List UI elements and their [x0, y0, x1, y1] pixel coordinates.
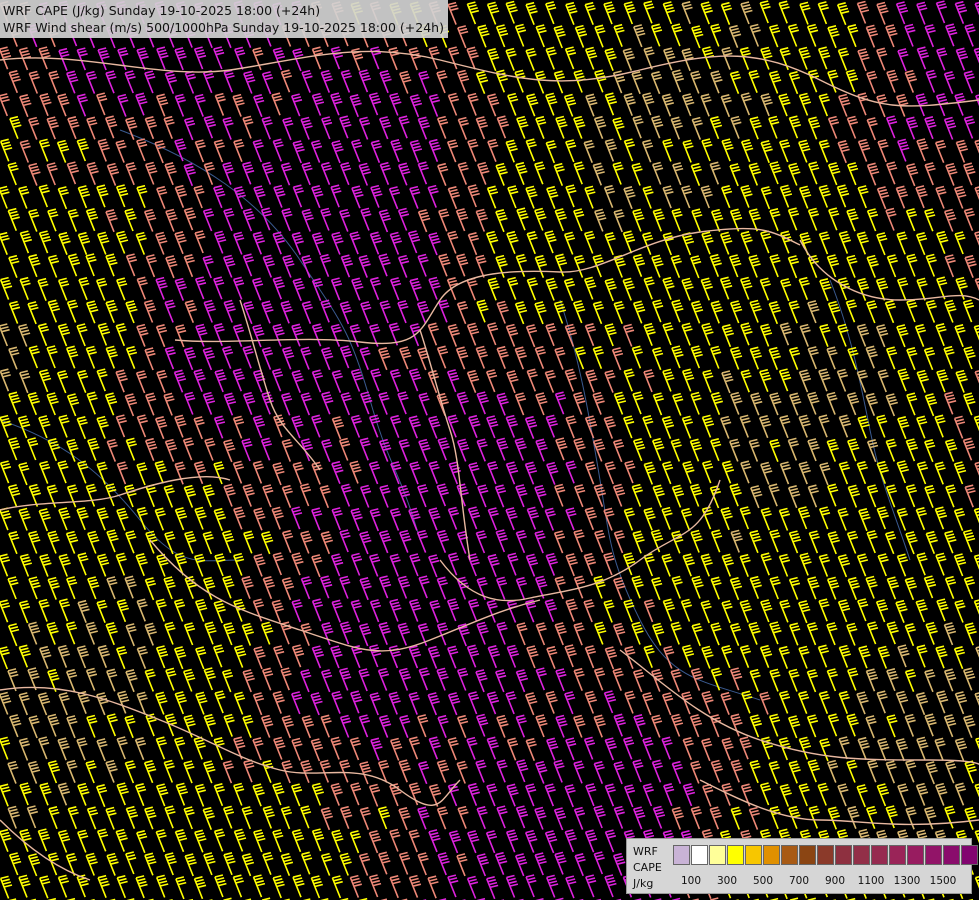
- legend-swatch: [763, 845, 780, 865]
- legend-tick-label: 300: [716, 875, 738, 887]
- legend-swatch: [781, 845, 798, 865]
- legend-swatch: [673, 845, 690, 865]
- legend-swatch: [907, 845, 924, 865]
- legend-swatch: [727, 845, 744, 865]
- legend-model-label: WRF: [633, 845, 658, 858]
- legend-swatch: [961, 845, 978, 865]
- legend-tick-label: 1500: [929, 875, 957, 887]
- legend-tick-label: 700: [788, 875, 810, 887]
- legend-swatch: [871, 845, 888, 865]
- map-title-box: WRF CAPE (J/kg) Sunday 19-10-2025 18:00 …: [0, 0, 448, 38]
- legend-tick-label: 1300: [893, 875, 921, 887]
- legend-swatch: [889, 845, 906, 865]
- wind-shear-map: [0, 0, 979, 900]
- legend-tick-label: 900: [824, 875, 846, 887]
- title-line-cape: WRF CAPE (J/kg) Sunday 19-10-2025 18:00 …: [3, 3, 321, 18]
- legend-tick-labels: 100 300 500 700 900 1100 1300 1500: [673, 875, 973, 889]
- legend-swatch: [943, 845, 960, 865]
- legend-swatch: [709, 845, 726, 865]
- legend-swatch: [853, 845, 870, 865]
- title-line-shear: WRF Wind shear (m/s) 500/1000hPa Sunday …: [3, 20, 444, 35]
- legend-swatch: [745, 845, 762, 865]
- legend-swatch: [691, 845, 708, 865]
- legend-tick-label: 1100: [857, 875, 885, 887]
- legend-swatch: [817, 845, 834, 865]
- legend-unit-label: J/kg: [633, 877, 654, 890]
- legend-tick-label: 100: [680, 875, 702, 887]
- cape-legend: WRF CAPE J/kg 100 300 500 700 900 1100 1300 150…: [626, 838, 978, 894]
- legend-swatch: [925, 845, 942, 865]
- legend-field-label: CAPE: [633, 861, 662, 874]
- legend-tick-label: 500: [752, 875, 774, 887]
- legend-color-scale: [673, 845, 979, 867]
- legend-swatch: [835, 845, 852, 865]
- legend-swatch: [799, 845, 816, 865]
